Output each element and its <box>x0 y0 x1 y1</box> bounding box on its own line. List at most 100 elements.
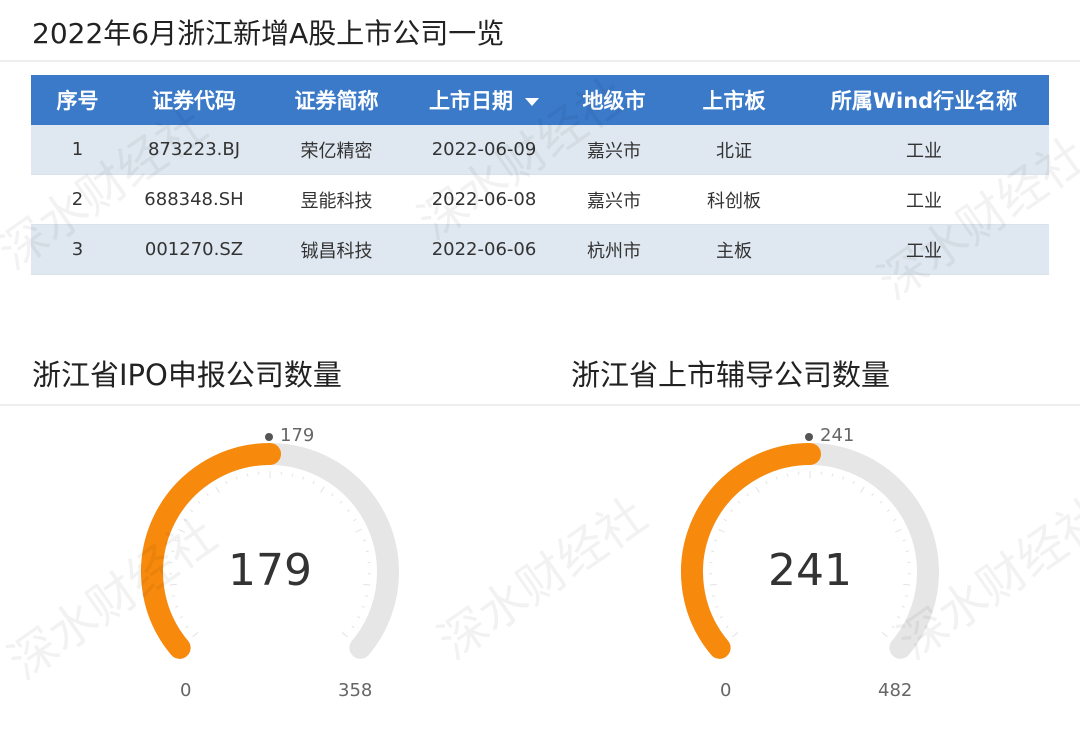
cell-index: 3 <box>31 224 124 275</box>
gauge-tick <box>732 632 739 638</box>
gauge-max-marker <box>805 433 813 441</box>
cell-board: 主板 <box>669 224 799 275</box>
gauge-tick <box>302 476 305 480</box>
gauge-tick <box>860 486 865 493</box>
gauge-tick <box>312 481 315 485</box>
gauge-tick <box>718 528 726 533</box>
gauge-min-label: 0 <box>180 680 192 701</box>
gauge-tick <box>842 476 845 480</box>
col-header-name[interactable]: 证券简称 <box>264 75 409 125</box>
gauge-tick <box>901 605 905 608</box>
gauge-tick <box>351 625 355 629</box>
gauge-tick <box>765 481 768 485</box>
gauge-tick <box>215 486 220 493</box>
gauge-tick <box>185 625 189 629</box>
cell-city: 嘉兴市 <box>559 125 669 175</box>
gauge-max-label: 358 <box>338 680 373 701</box>
gauge-tick <box>192 632 199 638</box>
gauge-tick <box>719 616 723 619</box>
cell-city: 杭州市 <box>559 224 669 275</box>
gauge-title-tutoring: 浙江省上市辅导公司数量 <box>571 358 891 392</box>
gauge-tick <box>174 539 178 542</box>
cell-board: 北证 <box>669 125 799 175</box>
gauge-tick <box>225 481 228 485</box>
gauge-tick <box>893 518 897 522</box>
cell-code: 688348.SH <box>124 174 264 225</box>
gauge-target-label: 241 <box>820 425 855 446</box>
gauge-tick <box>881 632 888 638</box>
gauge-tick <box>715 605 719 608</box>
gauge-value: 179 <box>228 545 312 596</box>
gauge-tick <box>725 625 729 629</box>
divider <box>0 60 1080 62</box>
cell-code: 001270.SZ <box>124 224 264 275</box>
cell-date: 2022-06-09 <box>409 125 559 175</box>
col-header-board[interactable]: 上市板 <box>669 75 799 125</box>
cell-board: 科创板 <box>669 174 799 225</box>
gauge-tick <box>179 616 183 619</box>
table-row: 2 688348.SH 昱能科技 2022-06-08 嘉兴市 科创板 工业 <box>31 174 1049 225</box>
gauge-tick <box>831 473 834 477</box>
cell-city: 嘉兴市 <box>559 174 669 225</box>
gauge-tick <box>341 632 348 638</box>
cell-name: 荣亿精密 <box>264 125 409 175</box>
gauge-tick <box>714 539 718 542</box>
col-header-date[interactable]: 上市日期 <box>409 75 559 125</box>
table-row: 3 001270.SZ 铖昌科技 2022-06-06 杭州市 主板 工业 <box>31 224 1049 275</box>
cell-index: 1 <box>31 125 124 175</box>
gauge-tick <box>357 616 361 619</box>
col-header-city[interactable]: 地级市 <box>559 75 669 125</box>
cell-date: 2022-06-06 <box>409 224 559 275</box>
cell-name: 昱能科技 <box>264 174 409 225</box>
gauge-tick <box>339 500 343 504</box>
gauge-tick <box>871 493 874 497</box>
gauge-title-ipo: 浙江省IPO申报公司数量 <box>32 358 342 392</box>
gauge-tick <box>852 481 855 485</box>
cell-industry: 工业 <box>799 174 1049 225</box>
cell-industry: 工业 <box>799 125 1049 175</box>
gauge-tick <box>175 605 179 608</box>
gauge-tick <box>320 486 325 493</box>
table-row: 1 873223.BJ 荣亿精密 2022-06-09 嘉兴市 北证 工业 <box>31 125 1049 175</box>
cell-industry: 工业 <box>799 224 1049 275</box>
gauge-tick <box>897 616 901 619</box>
gauge-tick <box>178 528 186 533</box>
gauge-max-marker <box>265 433 273 441</box>
divider <box>0 404 1080 406</box>
gauge-tick <box>235 476 238 480</box>
cell-name: 铖昌科技 <box>264 224 409 275</box>
gauge-tick <box>183 518 187 522</box>
gauge-tick <box>346 509 350 513</box>
gauge-tick <box>886 509 890 513</box>
col-header-code[interactable]: 证券代码 <box>124 75 264 125</box>
col-header-industry[interactable]: 所属Wind行业名称 <box>799 75 1049 125</box>
listing-table: 序号 证券代码 证券简称 上市日期 地级市 上市板 所属Wind行业名称 1 8… <box>31 75 1049 275</box>
gauge-tick <box>246 473 249 477</box>
gauge-tutoring: 241 241 0 482 <box>540 415 1080 715</box>
gauge-tick <box>775 476 778 480</box>
col-header-date-label: 上市日期 <box>429 89 513 113</box>
table-header-row: 序号 证券代码 证券简称 上市日期 地级市 上市板 所属Wind行业名称 <box>31 75 1049 125</box>
gauge-tick <box>362 539 366 542</box>
cell-code: 873223.BJ <box>124 125 264 175</box>
gauge-min-label: 0 <box>720 680 732 701</box>
gauge-tick <box>723 518 727 522</box>
gauge-tick <box>737 500 741 504</box>
gauge-tick <box>746 493 749 497</box>
gauge-tick <box>755 486 760 493</box>
gauge-max-label: 482 <box>878 680 913 701</box>
sort-down-icon[interactable] <box>525 98 539 106</box>
cell-date: 2022-06-08 <box>409 174 559 225</box>
table-title: 2022年6月浙江新增A股上市公司一览 <box>32 17 505 50</box>
gauge-tick <box>879 500 883 504</box>
gauge-tick <box>894 528 902 533</box>
gauge-ipo: 179 179 0 358 <box>0 415 540 715</box>
gauge-tick <box>902 539 906 542</box>
gauge-tick <box>891 625 895 629</box>
gauge-target-label: 179 <box>280 425 315 446</box>
gauge-tick <box>361 605 365 608</box>
gauge-tick <box>190 509 194 513</box>
col-header-index[interactable]: 序号 <box>31 75 124 125</box>
gauge-tick <box>291 473 294 477</box>
cell-index: 2 <box>31 174 124 225</box>
